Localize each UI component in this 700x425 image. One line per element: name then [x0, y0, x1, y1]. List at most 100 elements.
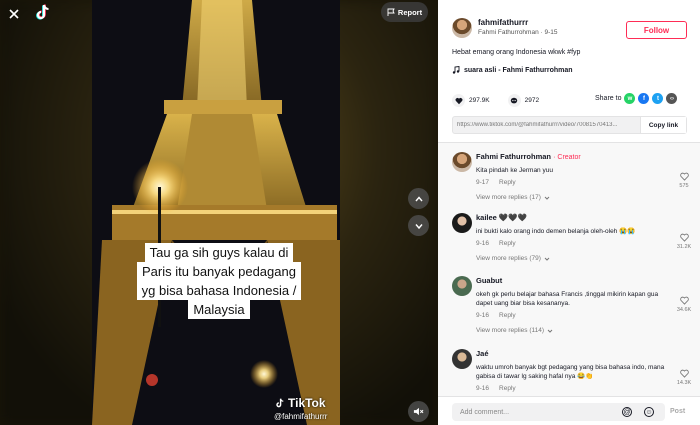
comment-item: Jaé waktu umroh banyak bgt pedagang yang… — [452, 349, 692, 396]
comment-meta: 9-16 Reply — [476, 240, 672, 247]
report-label: Report — [397, 7, 423, 17]
comment-meta: 9-16 Reply — [476, 312, 672, 319]
comment-count: 2972 — [524, 97, 540, 104]
heart-icon[interactable] — [452, 94, 465, 107]
follow-button[interactable]: Follow — [626, 21, 687, 39]
comment-date: 9-16 — [476, 240, 490, 247]
tiktok-logo-icon[interactable] — [33, 2, 53, 22]
comment-avatar[interactable] — [452, 213, 472, 233]
mute-button[interactable] — [408, 401, 429, 422]
video-area: Report Tau ga sih guys kalau di Paris it… — [0, 0, 438, 425]
comment-author[interactable]: Guabut — [476, 276, 672, 285]
comment-meta: 9-16 Reply — [476, 385, 672, 392]
post-description: Hebat emang orang Indonesia wkwk #fyp — [452, 49, 581, 56]
comment-like[interactable]: 31.2K — [676, 233, 692, 250]
watermark-text: TikTok — [288, 396, 326, 410]
view-more-replies[interactable]: View more replies (79) — [476, 255, 672, 262]
comment-avatar[interactable] — [452, 349, 472, 369]
whatsapp-icon[interactable]: w — [624, 93, 636, 104]
music-note-icon — [452, 66, 460, 74]
comment-input-placeholder: Add comment... — [460, 408, 510, 416]
report-button[interactable]: Report — [381, 2, 428, 22]
video-link-box: https://www.tiktok.com/@fahmifathurrr/vi… — [452, 116, 687, 134]
video-link-url[interactable]: https://www.tiktok.com/@fahmifathurrr/vi… — [453, 122, 640, 128]
avatar[interactable] — [452, 18, 472, 38]
comment-date: 9-16 — [476, 385, 490, 392]
emoji-icon[interactable]: ☺ — [644, 407, 654, 417]
post-stats: 297.9K 2972 — [452, 94, 551, 107]
comment-author-name: Fahmi Fathurrohman — [476, 152, 552, 161]
chevron-down-icon — [547, 329, 553, 333]
comment-date: 9-16 — [476, 312, 490, 319]
comment-item: Guabut okeh gk perlu belajar bahasa Fran… — [452, 276, 692, 356]
comment-author[interactable]: Jaé — [476, 349, 672, 358]
comment-like[interactable]: 14.3K — [676, 369, 692, 386]
flag-icon — [387, 8, 395, 16]
view-more-replies[interactable]: View more replies (17) — [476, 194, 672, 201]
comment-icon[interactable] — [507, 94, 521, 107]
view-more-replies-label: View more replies (79) — [476, 255, 541, 262]
comment-like-count: 31.2K — [676, 244, 692, 250]
heart-outline-icon — [679, 233, 689, 242]
creator-badge: · Creator — [553, 154, 581, 161]
caption-line: Malaysia — [188, 300, 250, 319]
comment-stat[interactable]: 2972 — [507, 94, 540, 107]
comment-like-count: 575 — [679, 183, 689, 189]
comment-meta: 9-17 Reply — [476, 179, 672, 186]
comment-like[interactable]: 575 — [676, 172, 692, 189]
close-icon[interactable] — [2, 2, 26, 26]
like-count: 297.9K — [469, 97, 490, 104]
comment-item: kailee 🖤🖤🖤 ini bukti kalo orang indo dem… — [452, 213, 692, 283]
comment-author-name: kailee 🖤🖤🖤 — [476, 213, 527, 222]
side-panel: fahmifathurrr Fahmi Fathurrohman · 9-15 … — [438, 0, 700, 425]
reply-button[interactable]: Reply — [499, 385, 516, 392]
chevron-up-icon — [414, 195, 423, 201]
post-date: 9-15 — [544, 29, 558, 36]
comment-bar: Add comment... @ ☺ Post — [438, 396, 700, 425]
comment-author-name: Guabut — [476, 276, 503, 285]
reply-button[interactable]: Reply — [499, 312, 516, 319]
reply-button[interactable]: Reply — [499, 179, 516, 186]
comment-avatar[interactable] — [452, 276, 472, 296]
share-label: Share to — [595, 95, 622, 102]
comment-avatar[interactable] — [452, 152, 472, 172]
view-more-replies-label: View more replies (17) — [476, 194, 541, 201]
comment-input[interactable]: Add comment... @ ☺ — [452, 403, 665, 421]
music-title: suara asli - Fahmi Fathurrohman — [464, 66, 573, 74]
tiktok-logo-icon — [276, 398, 284, 408]
like-stat[interactable]: 297.9K — [452, 94, 490, 107]
author-info[interactable]: fahmifathurrr Fahmi Fathurrohman · 9-15 — [452, 18, 558, 38]
mention-icon[interactable]: @ — [622, 407, 632, 417]
caption-line: yg bisa bahasa Indonesia / — [136, 281, 302, 300]
next-video-button[interactable] — [408, 215, 429, 236]
comment-text: Kita pindah ke Jerman yuu — [476, 167, 553, 174]
comment-author[interactable]: kailee 🖤🖤🖤 — [476, 213, 672, 222]
comment-text: waktu umroh banyak bgt pedagang yang bis… — [476, 364, 665, 380]
watermark-handle: @fahmifathurrr — [274, 412, 328, 421]
share-row: Share to w f t ‹› — [595, 93, 678, 104]
post-button[interactable]: Post — [670, 408, 685, 415]
facebook-icon[interactable]: f — [638, 93, 650, 104]
music-link[interactable]: suara asli - Fahmi Fathurrohman — [452, 66, 573, 74]
author-display-name: Fahmi Fathurrohman — [478, 29, 539, 36]
chevron-down-icon — [544, 196, 550, 200]
author-username[interactable]: fahmifathurrr — [478, 18, 558, 27]
twitter-icon[interactable]: t — [652, 93, 664, 104]
author-subtitle: Fahmi Fathurrohman · 9-15 — [478, 29, 558, 36]
heart-outline-icon — [679, 296, 689, 305]
comment-text: ini bukti kalo orang indo demen belanja … — [476, 228, 636, 235]
comment-list[interactable]: Fahmi Fathurrohman · Creator Kita pindah… — [438, 143, 700, 396]
video-caption: Tau ga sih guys kalau di Paris itu banya… — [130, 243, 308, 319]
heart-outline-icon — [679, 369, 689, 378]
chevron-down-icon — [414, 223, 423, 229]
comment-author[interactable]: Fahmi Fathurrohman · Creator — [476, 152, 672, 161]
comment-date: 9-17 — [476, 179, 490, 186]
video-player[interactable] — [92, 0, 340, 425]
embed-icon[interactable]: ‹› — [666, 93, 678, 104]
view-more-replies[interactable]: View more replies (114) — [476, 327, 672, 334]
copy-link-button[interactable]: Copy link — [640, 117, 686, 133]
reply-button[interactable]: Reply — [499, 240, 516, 247]
comment-like[interactable]: 34.6K — [676, 296, 692, 313]
previous-video-button[interactable] — [408, 188, 429, 209]
comment-item: Fahmi Fathurrohman · Creator Kita pindah… — [452, 152, 692, 222]
